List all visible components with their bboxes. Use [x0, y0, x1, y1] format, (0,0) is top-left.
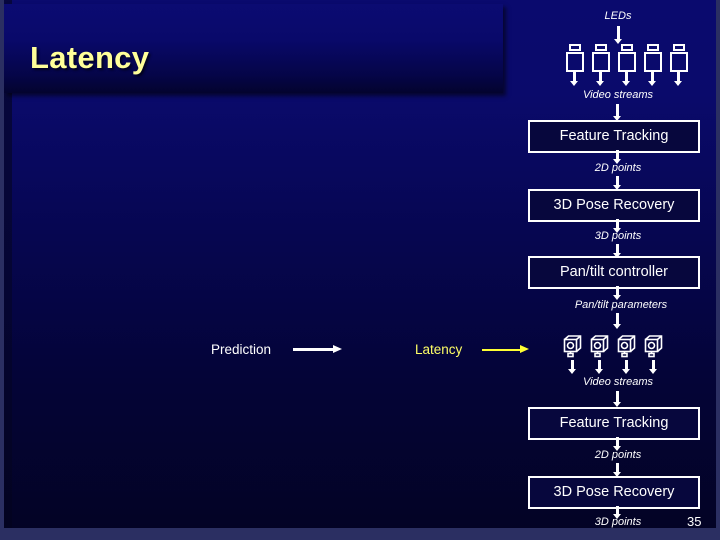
led-cap-icon	[647, 44, 659, 51]
label-leds: LEDs	[604, 10, 632, 22]
label-prediction: Prediction	[211, 342, 272, 357]
label-3d-points-top: 3D points	[594, 230, 642, 242]
arrow-camera-out-2	[595, 360, 604, 374]
arrow-pantilt-to-params	[613, 286, 622, 300]
page-title: Latency	[30, 40, 150, 75]
camera-icon-3	[616, 334, 640, 358]
label-2d-points-bottom: 2D points	[594, 449, 642, 461]
arrow-camera-out-1	[568, 360, 577, 374]
led-body-icon	[566, 52, 584, 72]
label-3d-points-bottom: 3D points	[594, 516, 642, 528]
led-body-icon	[644, 52, 662, 72]
arrow-led-out-1	[570, 72, 579, 86]
slide: Latency LEDs Video streams Feature Track…	[0, 0, 720, 540]
camera-icon-4	[643, 334, 667, 358]
led-cap-icon	[595, 44, 607, 51]
title-band: Latency	[4, 4, 503, 93]
led-cap-icon	[673, 44, 685, 51]
box-feature-tracking-bottom[interactable]: Feature Tracking	[528, 407, 700, 440]
arrow-led-out-4	[648, 72, 657, 86]
box-pan-tilt-controller[interactable]: Pan/tilt controller	[528, 256, 700, 289]
arrow-to-feature-tracking-bottom	[613, 391, 622, 407]
arrow-camera-out-3	[622, 360, 631, 374]
led-icon-2	[590, 44, 612, 72]
box-feature-tracking-top[interactable]: Feature Tracking	[528, 120, 700, 153]
page-number: 35	[687, 514, 702, 528]
arrow-camera-out-4	[649, 360, 658, 374]
camera-icon-1	[562, 334, 586, 358]
led-cap-icon	[569, 44, 581, 51]
arrow-to-feature-tracking-top	[613, 104, 622, 121]
label-video-streams-bottom: Video streams	[582, 376, 654, 388]
arrow-2dpoints-to-pose-top	[613, 176, 622, 190]
led-icon-5	[668, 44, 690, 72]
arrow-led-out-2	[596, 72, 605, 86]
arrow-prediction	[293, 345, 342, 354]
arrow-2dpoints-to-pose-bottom	[613, 463, 622, 477]
arrow-led-out-5	[674, 72, 683, 86]
label-latency-inline: Latency	[415, 342, 463, 357]
led-body-icon	[618, 52, 636, 72]
arrow-params-to-cameras	[613, 313, 622, 329]
led-icon-4	[642, 44, 664, 72]
box-3d-pose-recovery-bottom[interactable]: 3D Pose Recovery	[528, 476, 700, 509]
led-cap-icon	[621, 44, 633, 51]
led-body-icon	[592, 52, 610, 72]
label-video-streams-top: Video streams	[582, 89, 654, 101]
label-2d-points-top: 2D points	[594, 162, 642, 174]
slide-canvas: Latency LEDs Video streams Feature Track…	[4, 0, 716, 528]
arrow-led-out-3	[622, 72, 631, 86]
led-icon-1	[564, 44, 586, 72]
led-body-icon	[670, 52, 688, 72]
arrow-leds-to-cameras	[614, 26, 623, 44]
box-3d-pose-recovery-top[interactable]: 3D Pose Recovery	[528, 189, 700, 222]
led-icon-3	[616, 44, 638, 72]
label-pan-tilt-parameters: Pan/tilt parameters	[574, 299, 668, 311]
arrow-latency	[482, 345, 529, 354]
camera-icon-2	[589, 334, 613, 358]
